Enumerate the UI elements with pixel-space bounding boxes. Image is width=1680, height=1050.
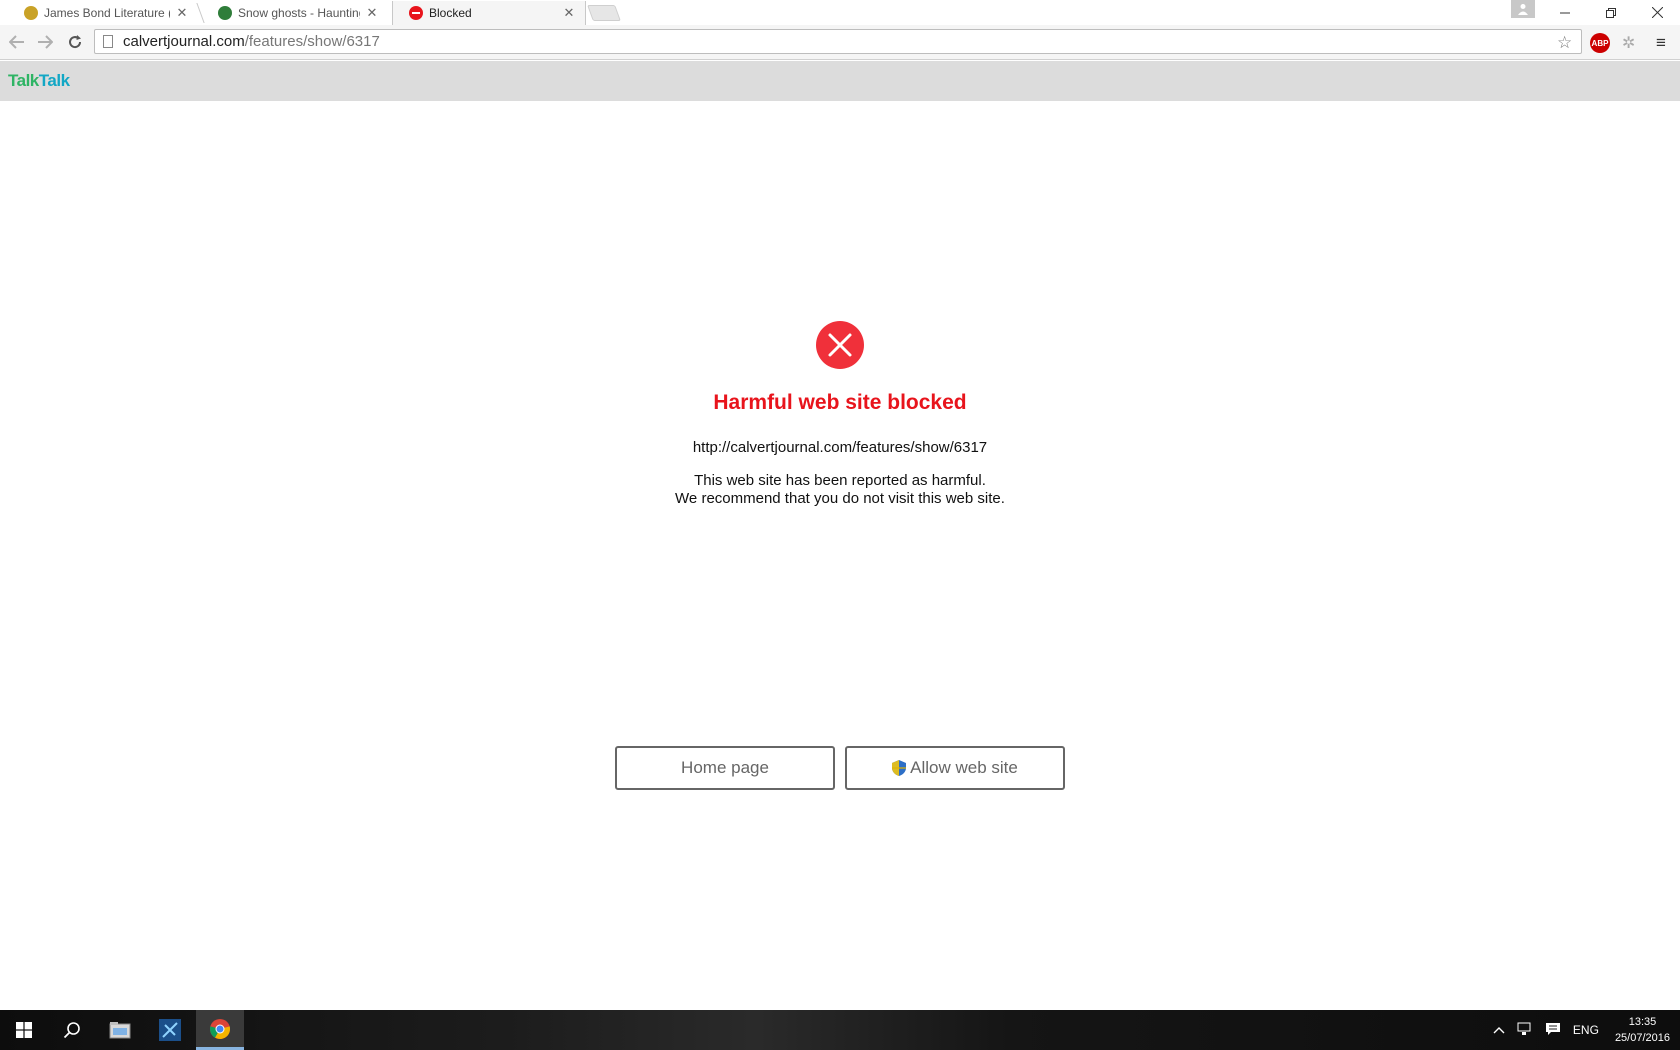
- restore-icon[interactable]: [1588, 0, 1634, 25]
- talktalk-logo[interactable]: TalkTalk: [8, 71, 70, 91]
- windows-start-icon[interactable]: [0, 1010, 48, 1050]
- uac-shield-icon: [892, 760, 907, 776]
- language-indicator[interactable]: ENG: [1573, 1023, 1599, 1037]
- blocked-url: http://calvertjournal.com/features/show/…: [692, 439, 988, 456]
- network-icon[interactable]: [1517, 1022, 1533, 1039]
- windows-taskbar: ENG 13:35 25/07/2016: [0, 1010, 1680, 1050]
- forward-arrow-icon[interactable]: [35, 32, 55, 52]
- tab-title: Snow ghosts - Haunting i: [238, 6, 360, 20]
- clock-time: 13:35: [1628, 1016, 1657, 1028]
- adblock-plus-icon[interactable]: ABP: [1590, 33, 1610, 53]
- action-center-icon[interactable]: [1545, 1022, 1561, 1039]
- minimize-icon[interactable]: [1542, 0, 1588, 25]
- reload-icon[interactable]: [65, 32, 85, 52]
- logo-part-2: Talk: [38, 71, 70, 90]
- profile-icon[interactable]: [1511, 0, 1535, 18]
- chrome-taskbar-icon[interactable]: [196, 1010, 244, 1050]
- clock[interactable]: 13:35 25/07/2016: [1615, 1014, 1670, 1046]
- page-title: Harmful web site blocked: [713, 391, 967, 414]
- tab-snow-ghosts[interactable]: Snow ghosts - Haunting i ✕: [202, 1, 388, 25]
- warning-line-1: This web site has been reported as harmf…: [694, 472, 986, 489]
- isp-banner: TalkTalk: [0, 61, 1680, 101]
- window-controls: [1542, 0, 1680, 25]
- close-tab-icon[interactable]: ✕: [563, 5, 575, 21]
- blocked-favicon-icon: [409, 6, 423, 20]
- tab-title: Blocked: [429, 6, 472, 20]
- url-path: /features/show/6317: [244, 33, 380, 50]
- clock-date: 25/07/2016: [1614, 1032, 1670, 1044]
- home-page-button[interactable]: Home page: [615, 746, 835, 790]
- app-icon[interactable]: [146, 1010, 194, 1050]
- close-tab-icon[interactable]: ✕: [176, 5, 188, 21]
- logo-part-1: Talk: [8, 71, 39, 90]
- close-window-icon[interactable]: [1634, 0, 1680, 25]
- new-tab-button[interactable]: [587, 5, 621, 21]
- allow-website-button[interactable]: Allow web site: [845, 746, 1065, 790]
- bookmark-star-icon[interactable]: ☆: [1557, 33, 1572, 53]
- warning-message: This web site has been reported as harmf…: [0, 472, 1680, 508]
- menu-icon[interactable]: ≡: [1656, 33, 1666, 53]
- file-explorer-icon[interactable]: [96, 1010, 144, 1050]
- allow-website-label: Allow web site: [910, 758, 1018, 777]
- browser-toolbar: calvertjournal.com/features/show/6317 ☆ …: [0, 25, 1680, 60]
- chevron-up-icon[interactable]: [1493, 1023, 1505, 1037]
- url-domain: calvertjournal.com: [123, 33, 245, 50]
- tab-strip: James Bond Literature (Pa ✕ Snow ghosts …: [0, 0, 1680, 25]
- tab-title: James Bond Literature (Pa: [44, 6, 170, 20]
- search-icon[interactable]: [48, 1010, 96, 1050]
- warning-line-2: We recommend that you do not visit this …: [675, 490, 1005, 507]
- back-arrow-icon[interactable]: [7, 32, 27, 52]
- error-x-icon: [816, 321, 864, 369]
- page-icon: [103, 35, 113, 48]
- close-tab-icon[interactable]: ✕: [366, 5, 378, 21]
- address-bar[interactable]: calvertjournal.com/features/show/6317: [94, 29, 1582, 54]
- system-tray: ENG 13:35 25/07/2016: [1487, 1010, 1670, 1050]
- block-page: Harmful web site blocked http://calvertj…: [0, 101, 1680, 1010]
- tab-favicon-icon: [218, 6, 232, 20]
- home-page-label: Home page: [681, 758, 769, 777]
- tab-favicon-icon: [24, 6, 38, 20]
- extension-icon[interactable]: ✲: [1622, 33, 1635, 53]
- tab-blocked[interactable]: Blocked ✕: [392, 1, 586, 25]
- tab-james-bond[interactable]: James Bond Literature (Pa ✕: [8, 1, 198, 25]
